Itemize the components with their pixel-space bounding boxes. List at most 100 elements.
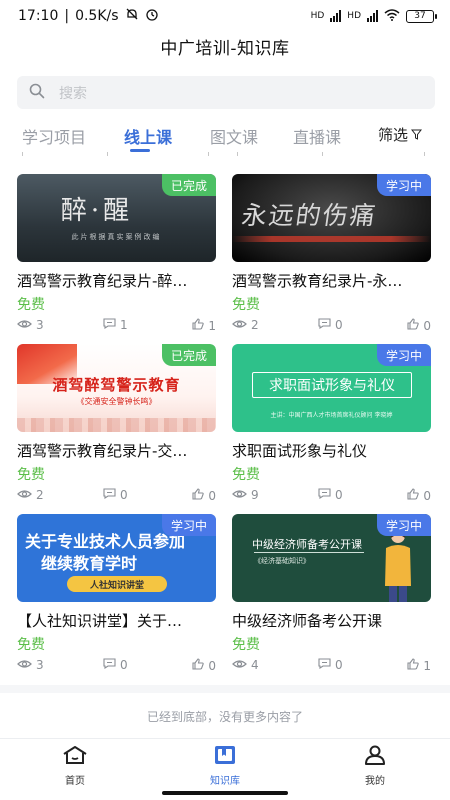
likes-stat[interactable]: 0 [407, 488, 431, 503]
course-thumbnail[interactable]: 醉·醒 此片根据真实案例改编 已完成 [17, 174, 216, 262]
likes-count: 0 [208, 658, 216, 673]
battery-level: 37 [414, 11, 426, 21]
search-input[interactable]: 搜索 [17, 76, 435, 109]
tab-live-courses[interactable]: 直播课 [293, 124, 341, 148]
course-thumbnail[interactable]: 永远的伤痛 学习中 [232, 174, 431, 262]
comments-count: 0 [120, 658, 128, 672]
views-stat: 9 [232, 488, 259, 502]
comment-icon [318, 318, 331, 332]
status-badge: 已完成 [161, 344, 216, 366]
views-stat: 3 [17, 658, 44, 672]
course-title[interactable]: 中级经济师备考公开课 [232, 610, 431, 631]
thumbnail-title: 醉·醒 [60, 196, 134, 226]
course-title[interactable]: 酒驾警示教育纪录片-交… [17, 440, 216, 461]
thumbnail-divider [254, 552, 364, 553]
views-count: 4 [251, 658, 259, 672]
comments-stat: 1 [103, 318, 128, 332]
section-divider [0, 685, 450, 693]
thumbnail-title-line-1: 关于专业技术人员参加 [25, 532, 186, 551]
course-thumbnail[interactable]: 求职面试形象与礼仪 主讲：中国广西人才市场首席礼仪顾问 李晓婷 学习中 [232, 344, 431, 432]
course-card[interactable]: 关于专业技术人员参加 继续教育学时 人社知识讲堂 学习中 【人社知识讲堂】关于…… [17, 514, 216, 674]
views-stat: 2 [232, 318, 259, 332]
thumbnail-title: 中级经济师备考公开课 [252, 538, 362, 551]
status-badge: 已完成 [161, 174, 216, 196]
nav-label-library: 知识库 [210, 776, 240, 787]
nav-item-library[interactable]: 知识库 [190, 745, 260, 787]
course-title[interactable]: 酒驾警示教育纪录片-醉… [17, 270, 216, 291]
likes-count: 0 [423, 318, 431, 333]
previous-row-peek [0, 152, 450, 160]
likes-stat[interactable]: 0 [192, 488, 216, 503]
views-count: 3 [36, 658, 44, 672]
thumbs-up-icon [407, 318, 420, 333]
course-thumbnail[interactable]: 关于专业技术人员参加 继续教育学时 人社知识讲堂 学习中 [17, 514, 216, 602]
course-card[interactable]: 中级经济师备考公开课 《经济基础知识》 学习中 中级经济师备考公开课 免费 4 … [232, 514, 431, 674]
end-of-list-message: 已经到底部，没有更多内容了 [146, 710, 303, 724]
likes-count: 0 [208, 488, 216, 503]
search-icon [29, 83, 45, 103]
profile-icon [364, 745, 386, 768]
thumbnail-subtitle: 《交通安全警钟长鸣》 [76, 397, 157, 406]
filter-button[interactable]: 筛选 [378, 124, 423, 145]
course-thumbnail[interactable]: 酒驾醉驾警示教育 《交通安全警钟长鸣》 已完成 [17, 344, 216, 432]
views-count: 2 [36, 488, 44, 502]
eye-icon [17, 318, 32, 332]
course-title[interactable]: 【人社知识讲堂】关于… [17, 610, 216, 631]
mute-icon [125, 7, 139, 25]
tab-learning-projects[interactable]: 学习项目 [22, 124, 86, 148]
alarm-icon [145, 7, 159, 25]
course-card[interactable]: 酒驾醉驾警示教育 《交通安全警钟长鸣》 已完成 酒驾警示教育纪录片-交… 免费 … [17, 344, 216, 504]
views-count: 3 [36, 318, 44, 332]
likes-count: 1 [423, 658, 431, 673]
tab-online-courses[interactable]: 线上课 [124, 124, 172, 148]
network-label-2: HD [347, 11, 361, 21]
likes-stat[interactable]: 1 [192, 318, 216, 333]
views-count: 9 [251, 488, 259, 502]
comments-count: 0 [120, 488, 128, 502]
thumbnail-pill: 人社知识讲堂 [67, 576, 167, 592]
course-card[interactable]: 求职面试形象与礼仪 主讲：中国广西人才市场首席礼仪顾问 李晓婷 学习中 求职面试… [232, 344, 431, 504]
status-badge: 学习中 [376, 174, 431, 196]
course-card[interactable]: 永远的伤痛 学习中 酒驾警示教育纪录片-永… 免费 2 0 0 [232, 174, 431, 334]
thumbnail-stripe [232, 236, 431, 242]
course-title[interactable]: 求职面试形象与礼仪 [232, 440, 431, 461]
comment-icon [103, 318, 116, 332]
eye-icon [17, 658, 32, 672]
category-tabs: 学习项目 线上课 图文课 直播课 筛选 [0, 124, 450, 152]
thumbs-up-icon [407, 658, 420, 673]
likes-stat[interactable]: 1 [407, 658, 431, 673]
course-card[interactable]: 醉·醒 此片根据真实案例改编 已完成 酒驾警示教育纪录片-醉… 免费 3 1 1 [17, 174, 216, 334]
likes-stat[interactable]: 0 [407, 318, 431, 333]
tab-graphic-courses[interactable]: 图文课 [210, 124, 258, 148]
thumbnail-subtitle: 《经济基础知识》 [254, 557, 310, 565]
thumbnail-subtitle: 此片根据真实案例改编 [71, 233, 162, 241]
course-price: 免费 [232, 467, 260, 483]
status-bar: 17:10 | 0.5K/s HD HD 37 [0, 0, 450, 32]
bottom-nav: 首页 知识库 我的 [0, 738, 450, 788]
comments-count: 0 [335, 488, 343, 502]
course-stats: 2 0 0 [232, 318, 431, 333]
signal-icon [330, 10, 342, 22]
nav-item-home[interactable]: 首页 [40, 745, 110, 787]
home-indicator[interactable] [162, 791, 288, 795]
comments-count: 0 [335, 318, 343, 332]
course-price: 免费 [17, 467, 45, 483]
course-stats: 2 0 0 [17, 488, 216, 503]
course-title[interactable]: 酒驾警示教育纪录片-永… [232, 270, 431, 291]
course-thumbnail[interactable]: 中级经济师备考公开课 《经济基础知识》 学习中 [232, 514, 431, 602]
thumbs-up-icon [407, 488, 420, 503]
comments-stat: 0 [318, 658, 343, 672]
nav-label-home: 首页 [65, 776, 85, 787]
course-price: 免费 [17, 297, 45, 313]
likes-stat[interactable]: 0 [192, 658, 216, 673]
comments-stat: 0 [318, 318, 343, 332]
home-icon [62, 745, 88, 768]
thumbnail-title: 酒驾醉驾警示教育 [52, 376, 181, 394]
comment-icon [103, 658, 116, 672]
nav-item-profile[interactable]: 我的 [340, 745, 410, 787]
status-badge: 学习中 [376, 344, 431, 366]
teacher-illustration [385, 529, 411, 602]
comments-stat: 0 [103, 658, 128, 672]
wifi-icon [384, 8, 400, 24]
thumbnail-title-line-2: 继续教育学时 [41, 554, 138, 573]
